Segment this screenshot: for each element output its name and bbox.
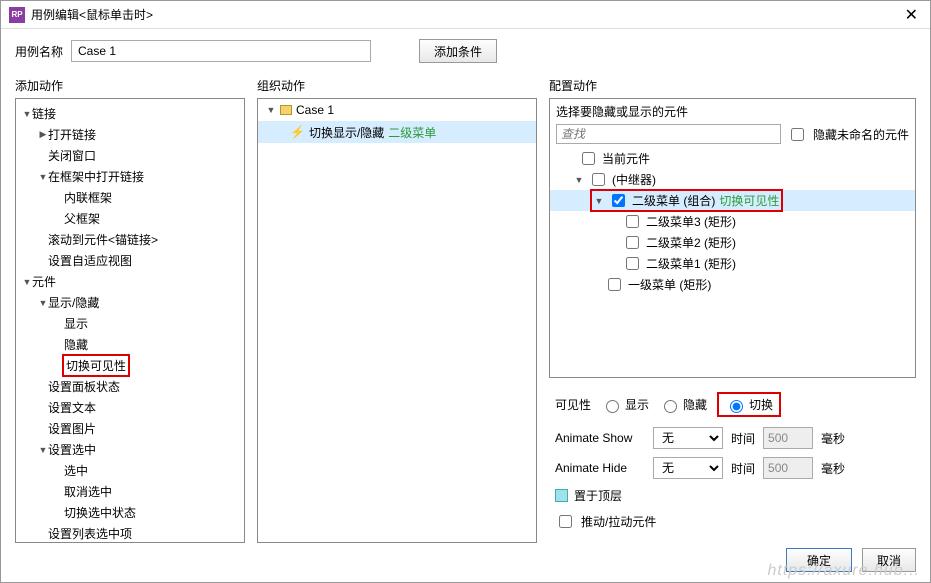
- hide-unnamed-label: 隐藏未命名的元件: [813, 126, 909, 143]
- tree-show[interactable]: ▶显示: [16, 313, 244, 334]
- tree-set-text[interactable]: ▶设置文本: [16, 397, 244, 418]
- bring-front-checkbox[interactable]: [555, 489, 568, 502]
- lightning-icon: ⚡: [290, 125, 305, 139]
- comp-first-menu-check[interactable]: [608, 278, 621, 291]
- animate-hide-select[interactable]: 无: [653, 457, 723, 479]
- push-pull-checkbox[interactable]: [559, 515, 572, 528]
- configure-panel: 选择要隐藏或显示的元件 隐藏未命名的元件 当前元件 (中继器): [549, 98, 916, 378]
- animate-hide-ms: 毫秒: [821, 460, 845, 477]
- visibility-show-option[interactable]: 显示: [601, 396, 649, 413]
- tree-link[interactable]: 链接: [16, 103, 244, 124]
- comp-sub2-check[interactable]: [626, 236, 639, 249]
- tree-close-window[interactable]: ▶关闭窗口: [16, 145, 244, 166]
- comp-first-menu[interactable]: ▶ 一级菜单 (矩形): [550, 274, 915, 295]
- dialog-footer: 确定 取消: [786, 548, 916, 572]
- tree-set-image[interactable]: ▶设置图片: [16, 418, 244, 439]
- animate-hide-label: Animate Hide: [555, 461, 645, 475]
- add-action-column: 添加动作 链接 打开链接 ▶关闭窗口 在框架中打开链接 ▶内联框架 ▶父框架 ▶…: [15, 73, 245, 543]
- comp-second-menu-check[interactable]: [612, 194, 625, 207]
- comp-sub3[interactable]: 二级菜单3 (矩形): [550, 211, 915, 232]
- push-pull-label: 推动/拉动元件: [581, 513, 656, 530]
- case-editor-window: RP 用例编辑<鼠标单击时> ✕ 用例名称 添加条件 添加动作 链接 打开链接 …: [0, 0, 931, 583]
- tree-hide[interactable]: ▶隐藏: [16, 334, 244, 355]
- tree-toggle-visibility[interactable]: ▶切换可见性: [16, 355, 244, 376]
- action-tree-panel: 链接 打开链接 ▶关闭窗口 在框架中打开链接 ▶内联框架 ▶父框架 ▶滚动到元件…: [15, 98, 245, 543]
- comp-sub2[interactable]: 二级菜单2 (矩形): [550, 232, 915, 253]
- comp-second-menu-group[interactable]: 二级菜单 (组合) 切换可见性: [550, 190, 915, 211]
- tree-inline-frame[interactable]: ▶内联框架: [16, 187, 244, 208]
- visibility-hide-radio[interactable]: [664, 400, 677, 413]
- org-case-label: Case 1: [296, 103, 334, 117]
- tree-parent-frame[interactable]: ▶父框架: [16, 208, 244, 229]
- tree-show-hide[interactable]: 显示/隐藏: [16, 292, 244, 313]
- org-action-row[interactable]: ⚡ 切换显示/隐藏 二级菜单: [258, 121, 536, 143]
- hide-unnamed-checkbox[interactable]: [791, 128, 804, 141]
- animate-hide-time-input[interactable]: [763, 457, 813, 479]
- case-name-input[interactable]: [71, 40, 371, 62]
- animate-show-select[interactable]: 无: [653, 427, 723, 449]
- add-action-title: 添加动作: [15, 73, 245, 98]
- visibility-label: 可见性: [555, 396, 591, 413]
- window-title: 用例编辑<鼠标单击时>: [31, 6, 901, 23]
- comp-sub1[interactable]: 二级菜单1 (矩形): [550, 253, 915, 274]
- bring-front-label: 置于顶层: [574, 487, 622, 504]
- org-case-row[interactable]: Case 1: [258, 99, 536, 121]
- animate-show-label: Animate Show: [555, 431, 645, 445]
- titlebar: RP 用例编辑<鼠标单击时> ✕: [1, 1, 930, 29]
- tree-open-link[interactable]: 打开链接: [16, 124, 244, 145]
- org-action-label: 切换显示/隐藏: [309, 124, 384, 141]
- organize-action-title: 组织动作: [257, 73, 537, 98]
- animate-show-row: Animate Show 无 时间 毫秒: [549, 423, 916, 453]
- bring-front-row[interactable]: 置于顶层: [549, 483, 916, 508]
- cancel-button[interactable]: 取消: [862, 548, 916, 572]
- search-row: 隐藏未命名的元件: [550, 122, 915, 146]
- tree-open-in-frame[interactable]: 在框架中打开链接: [16, 166, 244, 187]
- tree-set-selected[interactable]: 设置选中: [16, 439, 244, 460]
- organize-action-column: 组织动作 Case 1 ⚡ 切换显示/隐藏 二级菜单: [257, 73, 537, 543]
- tree-panel-state[interactable]: ▶设置面板状态: [16, 376, 244, 397]
- tree-toggle-selected[interactable]: ▶切换选中状态: [16, 502, 244, 523]
- tree-set-list-selected[interactable]: ▶设置列表选中项: [16, 523, 244, 543]
- close-icon[interactable]: ✕: [901, 5, 922, 25]
- component-search-input[interactable]: [556, 124, 781, 144]
- tree-adaptive[interactable]: ▶设置自适应视图: [16, 250, 244, 271]
- tree-component[interactable]: 元件: [16, 271, 244, 292]
- comp-repeater-check[interactable]: [592, 173, 605, 186]
- animate-show-time-label: 时间: [731, 430, 755, 447]
- configure-action-column: 配置动作 选择要隐藏或显示的元件 隐藏未命名的元件 当前元件: [549, 73, 916, 543]
- tree-deselect[interactable]: ▶取消选中: [16, 481, 244, 502]
- animate-hide-time-label: 时间: [731, 460, 755, 477]
- visibility-toggle-option[interactable]: 切换: [717, 392, 781, 417]
- ok-button[interactable]: 确定: [786, 548, 852, 572]
- case-name-label: 用例名称: [15, 43, 63, 60]
- configure-action-title: 配置动作: [549, 73, 916, 98]
- tree-scroll-to[interactable]: ▶滚动到元件<锚链接>: [16, 229, 244, 250]
- animate-hide-row: Animate Hide 无 时间 毫秒: [549, 453, 916, 483]
- visibility-hide-option[interactable]: 隐藏: [659, 396, 707, 413]
- comp-repeater[interactable]: (中继器): [550, 169, 915, 190]
- columns: 添加动作 链接 打开链接 ▶关闭窗口 在框架中打开链接 ▶内联框架 ▶父框架 ▶…: [1, 73, 930, 557]
- folder-icon: [280, 105, 292, 115]
- comp-current[interactable]: 当前元件: [550, 148, 915, 169]
- org-action-target: 二级菜单: [388, 124, 436, 141]
- app-icon: RP: [9, 7, 25, 23]
- comp-sub1-check[interactable]: [626, 257, 639, 270]
- animate-show-ms: 毫秒: [821, 430, 845, 447]
- action-tree: 链接 打开链接 ▶关闭窗口 在框架中打开链接 ▶内联框架 ▶父框架 ▶滚动到元件…: [16, 99, 244, 543]
- visibility-toggle-radio[interactable]: [730, 400, 743, 413]
- component-tree: 当前元件 (中继器) 二级菜单 (组合) 切换可见性: [550, 146, 915, 297]
- animate-show-time-input[interactable]: [763, 427, 813, 449]
- select-components-label: 选择要隐藏或显示的元件: [550, 99, 915, 122]
- visibility-show-radio[interactable]: [606, 400, 619, 413]
- organize-panel: Case 1 ⚡ 切换显示/隐藏 二级菜单: [257, 98, 537, 543]
- case-name-row: 用例名称 添加条件: [1, 29, 930, 73]
- visibility-row: 可见性 显示 隐藏 切换: [549, 378, 916, 423]
- push-pull-row[interactable]: 推动/拉动元件: [549, 508, 916, 535]
- comp-current-check[interactable]: [582, 152, 595, 165]
- comp-sub3-check[interactable]: [626, 215, 639, 228]
- tree-select[interactable]: ▶选中: [16, 460, 244, 481]
- add-condition-button[interactable]: 添加条件: [419, 39, 497, 63]
